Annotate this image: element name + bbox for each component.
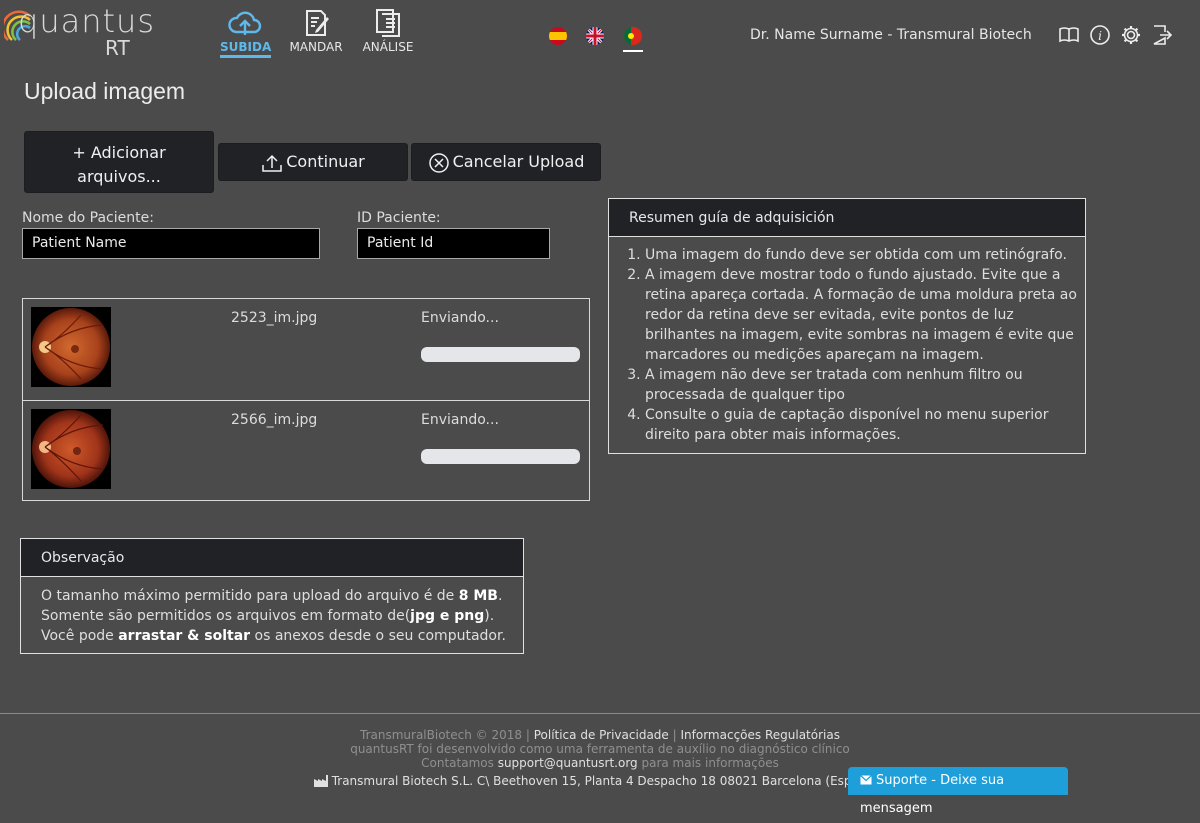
support-chat-button[interactable]: Suporte - Deixe sua mensagem [848, 767, 1068, 816]
add-files-button[interactable]: + Adicionar arquivos... [24, 131, 214, 193]
app-logo[interactable]: quantus RT [4, 2, 154, 62]
patient-name-label: Nome do Paciente: [22, 210, 154, 226]
observation-panel-title: Observação [21, 539, 523, 577]
fundus-thumbnail [31, 409, 111, 489]
cancel-circle-icon [428, 152, 449, 173]
file-status: Enviando... [421, 310, 499, 326]
observation-panel: Observação O tamanho máximo permitido pa… [20, 538, 524, 654]
observation-line: Somente são permitidos os arquivos em fo… [41, 608, 495, 624]
observation-line: O tamanho máximo permitido para upload d… [41, 588, 503, 604]
fundus-thumbnail [31, 307, 111, 387]
patient-name-input[interactable]: Patient Name [22, 228, 320, 259]
privacy-policy-link[interactable]: Política de Privacidade [534, 728, 669, 742]
logo-main-text: quantus [18, 2, 155, 40]
acquisition-guide-panel: Resumen guía de adquisición Uma imagem d… [608, 198, 1086, 454]
add-files-label-line1: Adicionar [90, 143, 166, 162]
page-title: Upload imagem [24, 78, 186, 104]
upload-progress-bar [421, 449, 580, 464]
file-name: 2566_im.jpg [231, 412, 318, 428]
footer-divider [0, 713, 1200, 714]
document-edit-icon [306, 10, 329, 36]
info-icon[interactable]: i [1089, 24, 1111, 46]
cancel-upload-button[interactable]: Cancelar Upload [411, 143, 601, 181]
continue-label: Continuar [286, 152, 365, 171]
svg-text:i: i [1098, 29, 1102, 43]
guide-item: A imagem não deve ser tratada com nenhum… [645, 365, 1079, 405]
nav-tab-mandar[interactable]: MANDAR [288, 8, 344, 54]
file-row: 2566_im.jpg Enviando... [23, 400, 589, 502]
cancel-upload-label: Cancelar Upload [452, 152, 585, 171]
file-name: 2523_im.jpg [231, 310, 318, 326]
add-files-label-line2: arquivos... [77, 167, 161, 186]
guide-item: Consulte o guia de captação disponível n… [645, 405, 1079, 445]
language-selected-indicator [623, 50, 643, 52]
upload-progress-bar [421, 347, 580, 362]
patient-id-label: ID Paciente: [357, 210, 441, 226]
guide-item: A imagem deve mostrar todo o fundo ajust… [645, 265, 1079, 365]
nav-tab-label: ANÁLISE [362, 40, 414, 54]
upload-file-list[interactable]: 2523_im.jpg Enviando... 2566_im.jpg Envi… [22, 298, 590, 501]
plus-icon: + [72, 143, 86, 162]
cloud-upload-icon [228, 11, 262, 35]
nav-tab-subida[interactable]: SUBIDA [220, 8, 272, 58]
nav-tab-analise[interactable]: ANÁLISE [360, 8, 416, 54]
logo-sub-text: RT [105, 36, 130, 60]
observation-panel-body: O tamanho máximo permitido para upload d… [21, 577, 523, 646]
flag-portugal-icon[interactable] [624, 27, 642, 45]
logout-icon[interactable] [1151, 24, 1173, 46]
book-icon[interactable] [1058, 24, 1080, 46]
guide-item: Uma imagem do fundo deve ser obtida com … [645, 245, 1079, 265]
upload-icon [262, 154, 282, 172]
nav-tab-label: MANDAR [289, 40, 343, 54]
gear-icon[interactable] [1120, 24, 1142, 46]
guide-panel-title: Resumen guía de adquisición [609, 199, 1085, 237]
user-name: Dr. Name Surname - Transmural Biotech [750, 27, 1032, 43]
file-status: Enviando... [421, 412, 499, 428]
guide-list: Uma imagem do fundo deve ser obtida com … [609, 245, 1079, 445]
guide-panel-body: Uma imagem do fundo deve ser obtida com … [609, 237, 1085, 445]
file-row: 2523_im.jpg Enviando... [23, 299, 589, 400]
flag-uk-icon[interactable] [586, 27, 604, 45]
continue-button[interactable]: Continuar [218, 143, 408, 181]
footer-disclaimer: quantusRT foi desenvolvido como uma ferr… [350, 742, 850, 756]
footer-links: TransmuralBiotech © 2018 | Política de P… [360, 728, 840, 742]
observation-line: Você pode arrastar & soltar os anexos de… [41, 628, 506, 644]
envelope-icon [860, 775, 872, 785]
support-email-link[interactable]: support@quantusrt.org [498, 756, 638, 770]
flag-spain-icon[interactable] [549, 27, 567, 45]
factory-icon [313, 775, 328, 787]
patient-id-input[interactable]: Patient Id [357, 228, 550, 259]
nav-tab-label: SUBIDA [220, 40, 272, 58]
document-stack-icon [376, 9, 400, 37]
regulatory-info-link[interactable]: Informacções Regulatórias [681, 728, 840, 742]
